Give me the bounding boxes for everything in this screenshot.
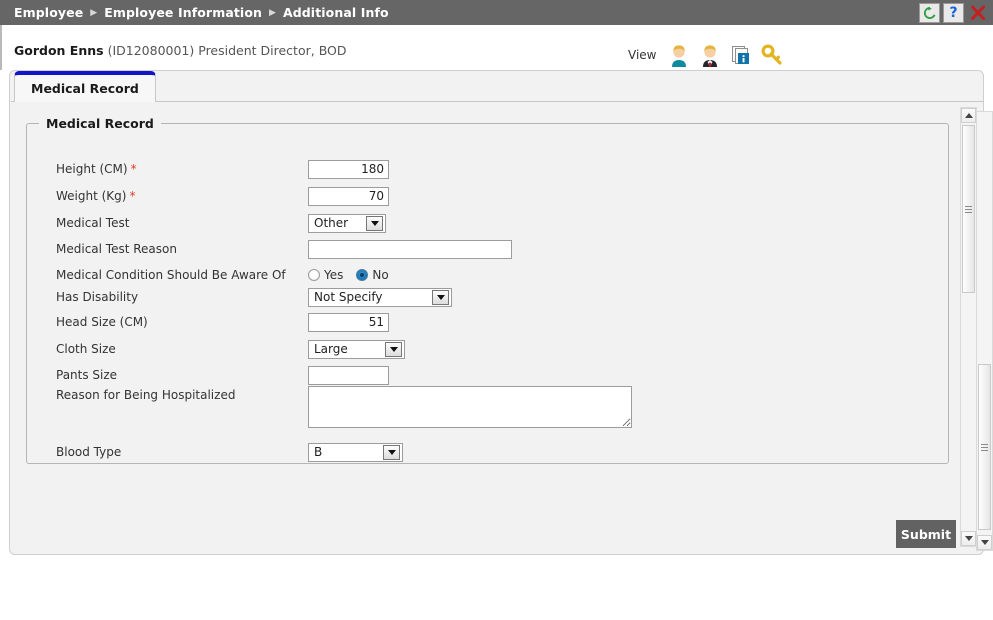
chevron-down-icon[interactable] bbox=[385, 341, 402, 357]
head-size-input[interactable] bbox=[308, 312, 389, 332]
label-height: Height (CM) * bbox=[56, 162, 137, 176]
person-casual-icon[interactable] bbox=[668, 43, 690, 67]
titlebar: Employee ▶ Employee Information ▶ Additi… bbox=[0, 0, 993, 25]
radio-option-no[interactable]: No bbox=[356, 268, 389, 282]
medical-test-reason-input[interactable] bbox=[308, 239, 512, 259]
label-head-size: Head Size (CM) bbox=[56, 315, 148, 329]
required-marker: * bbox=[129, 189, 136, 203]
medical-record-fieldset: Medical Record Height (CM)* Weight (Kg)* bbox=[26, 116, 949, 464]
page-scrollbar[interactable] bbox=[976, 111, 993, 551]
form-row-medical-test: Medical Test Other bbox=[27, 210, 948, 236]
employee-position: President Director, BOD bbox=[198, 43, 347, 58]
fieldset-legend: Medical Record bbox=[46, 116, 154, 131]
question-mark-icon: ? bbox=[949, 4, 958, 21]
pants-size-input[interactable] bbox=[308, 365, 389, 385]
page-scroll-down-button[interactable] bbox=[977, 535, 992, 550]
form-scroll-region: Medical Record Height (CM)* Weight (Kg)* bbox=[15, 107, 962, 548]
help-button[interactable]: ? bbox=[943, 2, 964, 23]
form-row-weight: Weight (Kg) * bbox=[27, 183, 948, 209]
chevron-down-icon[interactable] bbox=[383, 444, 400, 460]
medical-test-select[interactable]: Other bbox=[308, 213, 386, 233]
radio-yes-icon[interactable] bbox=[308, 269, 320, 281]
breadcrumb: Employee ▶ Employee Information ▶ Additi… bbox=[0, 0, 919, 25]
form-row-head-size: Head Size (CM) bbox=[27, 309, 948, 335]
breadcrumb-item-employee-information[interactable]: Employee Information bbox=[104, 5, 262, 20]
employee-name: Gordon Enns bbox=[14, 43, 104, 58]
height-input[interactable] bbox=[308, 159, 389, 179]
person-formal-icon[interactable] bbox=[699, 43, 721, 67]
form-scrollbar-thumb[interactable] bbox=[962, 125, 975, 293]
label-blood-type: Blood Type bbox=[56, 445, 122, 459]
employee-summary: Gordon Enns (ID12080001) President Direc… bbox=[14, 43, 347, 58]
label-pants-size: Pants Size bbox=[56, 368, 118, 382]
label-medical-condition: Medical Condition Should Be Aware Of bbox=[56, 268, 286, 282]
form-row-pants-size: Pants Size bbox=[27, 362, 948, 388]
cloth-size-select[interactable]: Large bbox=[308, 339, 405, 359]
window-controls: ? bbox=[919, 0, 993, 25]
form-row-cloth-size: Cloth Size Large bbox=[27, 336, 948, 362]
tab-medical-record[interactable]: Medical Record bbox=[14, 71, 156, 102]
form-row-hospitalized-reason: Reason for Being Hospitalized bbox=[27, 386, 948, 438]
view-label: View bbox=[628, 48, 657, 62]
grip-icon bbox=[965, 204, 972, 215]
hospitalized-reason-textarea[interactable] bbox=[308, 386, 632, 428]
has-disability-value: Not Specify bbox=[314, 289, 383, 304]
chevron-down-icon[interactable] bbox=[366, 215, 383, 231]
radio-no-label: No bbox=[372, 268, 389, 282]
label-medical-test: Medical Test bbox=[56, 216, 130, 230]
page-footer-blank bbox=[0, 556, 993, 620]
form-row-has-disability: Has Disability Not Specify bbox=[27, 284, 948, 310]
label-has-disability: Has Disability bbox=[56, 290, 139, 304]
label-weight: Weight (Kg) * bbox=[56, 189, 136, 203]
refresh-icon bbox=[923, 6, 935, 19]
form-row-blood-type: Blood Type B bbox=[27, 439, 948, 465]
blood-type-select[interactable]: B bbox=[308, 442, 403, 462]
label-hospitalized-reason: Reason for Being Hospitalized bbox=[56, 388, 236, 402]
breadcrumb-item-employee[interactable]: Employee bbox=[14, 5, 83, 20]
close-icon bbox=[970, 5, 985, 20]
form-row-medical-test-reason: Medical Test Reason bbox=[27, 236, 948, 262]
submit-button[interactable]: Submit bbox=[896, 520, 956, 548]
radio-option-yes[interactable]: Yes bbox=[308, 268, 343, 282]
breadcrumb-item-additional-info[interactable]: Additional Info bbox=[283, 5, 389, 20]
form-scroll-up-button[interactable] bbox=[961, 108, 976, 123]
form-scrollbar[interactable] bbox=[960, 107, 977, 547]
required-marker: * bbox=[130, 162, 137, 176]
label-medical-test-reason: Medical Test Reason bbox=[56, 242, 177, 256]
page-scrollbar-thumb[interactable] bbox=[978, 364, 991, 530]
cloth-size-value: Large bbox=[314, 341, 348, 356]
triangle-down-icon bbox=[980, 540, 989, 545]
grip-icon bbox=[981, 442, 988, 453]
medical-test-value: Other bbox=[314, 215, 349, 230]
triangle-up-icon bbox=[964, 113, 973, 118]
form-row-height: Height (CM) * bbox=[27, 156, 948, 182]
breadcrumb-separator-icon: ▶ bbox=[90, 8, 98, 18]
key-icon[interactable] bbox=[761, 43, 783, 67]
blood-type-value: B bbox=[314, 444, 323, 459]
radio-no-icon[interactable] bbox=[356, 269, 369, 281]
tab-underline bbox=[11, 101, 984, 102]
label-cloth-size: Cloth Size bbox=[56, 342, 116, 356]
breadcrumb-separator-icon: ▶ bbox=[269, 8, 276, 18]
chevron-down-icon[interactable] bbox=[432, 289, 449, 305]
close-button[interactable] bbox=[967, 3, 988, 23]
tab-label: Medical Record bbox=[31, 81, 139, 96]
form-scroll-down-button[interactable] bbox=[961, 531, 976, 546]
view-toolbar: View bbox=[628, 43, 783, 67]
employee-id: (ID12080001) bbox=[107, 43, 195, 58]
triangle-down-icon bbox=[964, 536, 973, 541]
medical-condition-radio-group: Yes No bbox=[308, 268, 389, 282]
page-panel: Medical Record Medical Record Height (CM… bbox=[9, 69, 993, 555]
weight-input[interactable] bbox=[308, 186, 389, 206]
has-disability-select[interactable]: Not Specify bbox=[308, 287, 452, 307]
tab-strip: Medical Record bbox=[11, 69, 984, 102]
info-documents-icon[interactable] bbox=[730, 43, 752, 67]
radio-yes-label: Yes bbox=[324, 268, 344, 282]
refresh-button[interactable] bbox=[919, 2, 940, 23]
